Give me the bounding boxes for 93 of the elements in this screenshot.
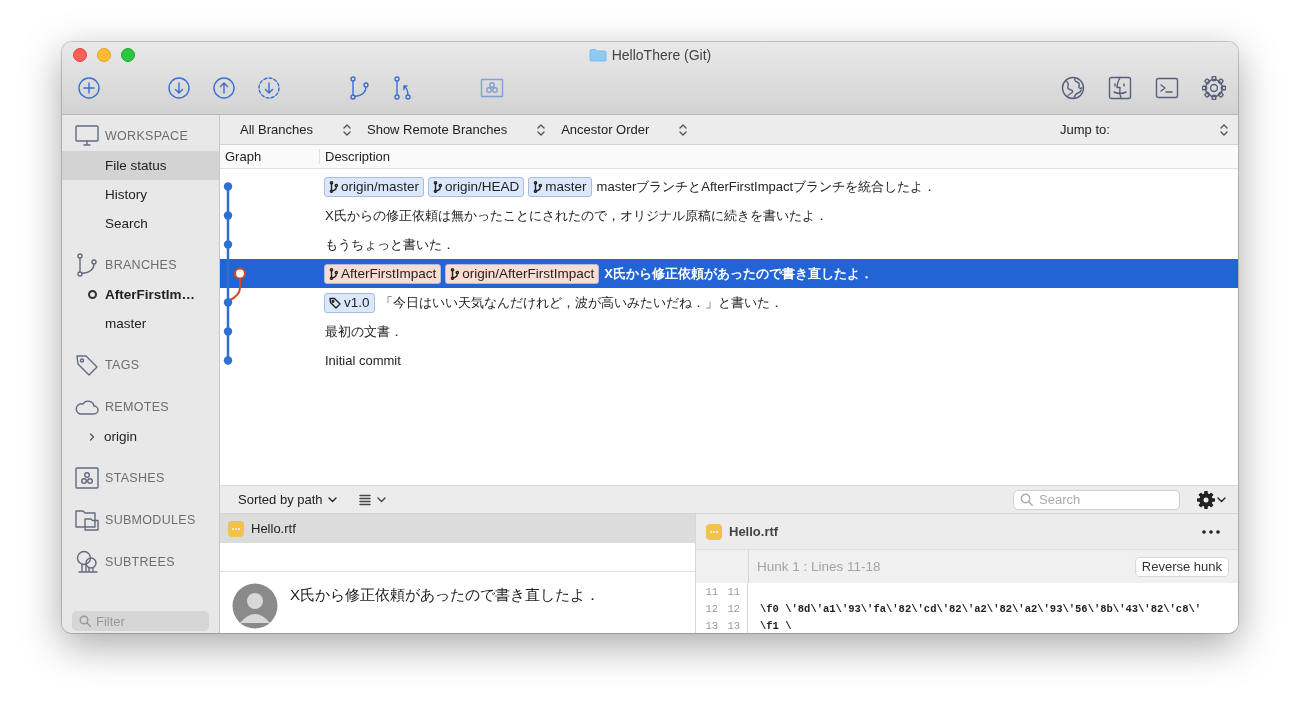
dots-icon [709,529,719,534]
commit-message: X氏からの修正依頼は無かったことにされたので，オリジナル原稿に続きを書いたよ． [325,206,828,225]
folder-icon [588,48,607,62]
sidebar-item[interactable]: origin [62,422,219,451]
commit-message: X氏から修正依頼があったので書き直したよ． [604,264,873,283]
section-header[interactable]: WORKSPACE [105,129,189,143]
sidebar-item[interactable]: File status [62,151,219,180]
branch-icon [75,253,99,277]
folders-icon [75,508,99,532]
line-number: 11 [704,585,718,598]
commit-row[interactable]: v1.0 「今日はいい天気なんだけれど，波が高いみたいだね．」と書いた． [220,288,1238,317]
more-icon[interactable] [1202,529,1220,534]
hunk-header: Hunk 1 : Lines 11-18 [757,559,881,574]
down-arrow-circle-icon[interactable] [167,76,191,100]
tag-icon [329,296,341,309]
tag-label: v1.0 [324,292,375,313]
section-header[interactable]: REMOTES [105,400,169,414]
settings-icon[interactable] [1197,490,1215,509]
list-view-icon[interactable] [358,493,371,506]
sidebar-item[interactable]: master [62,309,219,338]
stepper-icon [1220,123,1228,136]
sort-dropdown[interactable]: Sorted by path [238,492,337,507]
commit-message: 「今日はいい天気なんだけれど，波が高いみたいだね．」と書いた． [379,293,783,312]
commit-row[interactable]: Initial commit [220,346,1238,375]
tag-icon [75,353,99,377]
jump-to-dropdown[interactable]: Jump to: [1060,122,1238,137]
commit-message: masterブランチとAfterFirstImpactブランチを統合したよ． [596,177,937,196]
window-control[interactable] [73,48,87,62]
commit-message: もうちょっと書いた． [325,235,455,254]
reverse-hunk-button[interactable]: Reverse hunk [1134,556,1229,577]
file-row[interactable]: Hello.rtf [220,514,695,543]
commit-message: 最初の文書． [325,322,403,341]
code-line: \f1 \ [759,619,792,632]
window-control[interactable] [121,48,135,62]
section-header[interactable]: TAGS [105,358,140,372]
branch-label: AfterFirstImpact [324,263,442,284]
line-number: 12 [704,602,718,615]
branch-label: master [528,176,592,197]
chevron-down-icon[interactable] [376,496,386,503]
commit-message: X氏から修正依頼があったので書き直したよ． [290,586,600,605]
chevron-icon[interactable] [88,431,96,442]
column-header[interactable]: Graph [220,149,320,164]
sidebar-item[interactable]: AfterFirstIm… [62,280,219,309]
branch-icon [329,267,338,280]
section-header[interactable]: SUBMODULES [105,513,196,527]
sidebar-item[interactable]: Search [62,209,219,238]
monitor-icon [75,124,99,148]
branch-icon [433,180,443,193]
smiley-window-icon[interactable] [1108,76,1132,100]
line-number: 12 [726,602,740,615]
column-header[interactable]: Description [320,149,391,164]
up-arrow-circle-icon[interactable] [212,76,236,100]
file-name: Hello.rtf [729,524,779,539]
terminal-icon[interactable] [1155,76,1179,100]
globe-icon[interactable] [1061,76,1085,100]
commit-row[interactable]: AfterFirstImpact origin/AfterFirstImpact X氏から修正依頼があったので書き直したよ． [220,259,1238,288]
search-icon [79,615,91,627]
sidebar-item[interactable]: History [62,180,219,209]
branch-label: origin/master [324,176,425,197]
commit-row[interactable]: origin/master origin/HEAD master masterブランチとAfterFirstImpactブランチを統合したよ． [220,172,1238,201]
section-header[interactable]: BRANCHES [105,258,177,272]
plus-circle-icon[interactable] [77,76,101,100]
code-line: \f0 \'8d\'a1\'93\'fa\'82\'cd\'82\'a2\'82\'a2\'93\'56\'8b\'43\'82\'c8\' [759,602,1202,615]
stepper-icon [343,123,351,136]
line-number: 13 [704,619,718,632]
commit-message: Initial commit [325,353,401,368]
commit-row[interactable]: 最初の文書． [220,317,1238,346]
section-header[interactable]: SUBTREES [105,555,175,569]
stepper-icon [537,123,546,136]
line-number: 13 [726,619,740,632]
branch-label: origin/AfterFirstImpact [445,263,600,284]
branch-icon [533,180,543,193]
current-branch-icon [88,290,97,299]
filter-dropdown[interactable]: All Branches [240,122,351,137]
line-number: 11 [726,585,740,598]
stepper-icon [679,123,688,136]
chevron-down-icon[interactable] [1217,496,1226,503]
commit-row[interactable]: X氏からの修正依頼は無かったことにされたので，オリジナル原稿に続きを書いたよ． [220,201,1238,230]
avatar [232,583,278,629]
search-icon [1020,493,1033,506]
filter-dropdown[interactable]: Show Remote Branches [367,122,546,137]
commit-row[interactable]: もうちょっと書いた． [220,230,1238,259]
filter-dropdown[interactable]: Ancestor Order [561,122,688,137]
stash-icon [75,466,99,490]
branch-icon [450,267,460,280]
chevron-down-icon [327,496,337,503]
branch-label: origin/HEAD [428,176,525,197]
branch-icon [329,180,338,193]
trees-icon [75,550,99,574]
dots-icon [231,526,241,531]
window-title: HelloThere (Git) [611,47,712,63]
branch-icon[interactable] [347,76,371,100]
section-header[interactable]: STASHES [105,471,165,485]
